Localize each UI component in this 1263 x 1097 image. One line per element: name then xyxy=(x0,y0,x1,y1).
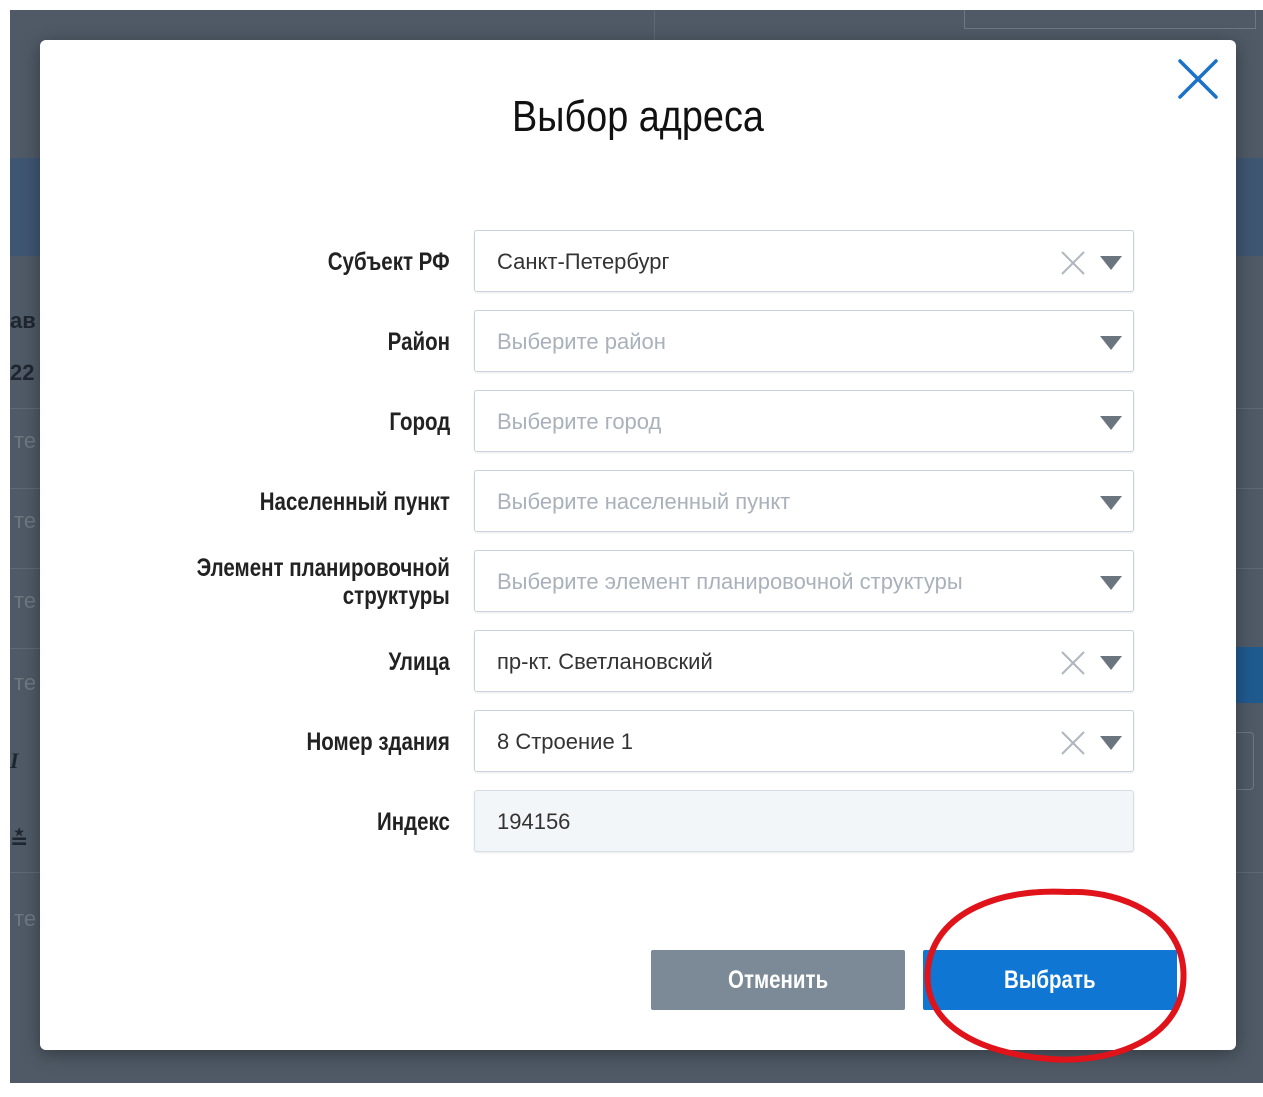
background-frame xyxy=(964,10,1256,29)
select-button[interactable]: Выбрать xyxy=(923,950,1177,1010)
background-text: те xyxy=(14,588,37,613)
field-label-district: Район xyxy=(387,328,450,356)
field-label-settlement: Населенный пункт xyxy=(259,488,450,516)
chevron-down-icon[interactable] xyxy=(1100,256,1122,270)
address-dialog: Выбор адреса Субъект РФ Санкт-Петербург Ра… xyxy=(40,40,1236,1050)
field-label-index: Индекс xyxy=(377,808,450,836)
background-button xyxy=(1232,647,1263,703)
background-text: ав xyxy=(10,308,36,333)
field-placeholder-planning: Выберите элемент планировочной структуры xyxy=(497,569,963,594)
select-planning[interactable]: Выберите элемент планировочной структуры xyxy=(474,550,1134,612)
field-label-planning: Элемент планировочной структуры xyxy=(196,554,450,610)
chevron-down-icon[interactable] xyxy=(1100,576,1122,590)
field-label-city: Город xyxy=(389,408,450,436)
form-row-subject: Субъект РФ Санкт-Петербург xyxy=(40,230,1236,294)
chevron-down-icon[interactable] xyxy=(1100,336,1122,350)
clear-icon[interactable] xyxy=(1060,650,1086,676)
select-settlement[interactable]: Выберите населенный пункт xyxy=(474,470,1134,532)
field-placeholder-district: Выберите район xyxy=(497,329,666,354)
form-row-district: Район Выберите район xyxy=(40,310,1236,374)
select-city[interactable]: Выберите город xyxy=(474,390,1134,452)
background-separator xyxy=(654,10,655,40)
form-row-planning: Элемент планировочной структуры Выберите … xyxy=(40,550,1236,614)
chevron-down-icon[interactable] xyxy=(1100,496,1122,510)
select-street[interactable]: пр-кт. Светлановский xyxy=(474,630,1134,692)
cancel-button[interactable]: Отменить xyxy=(651,950,905,1010)
field-value-building: 8 Строение 1 xyxy=(497,729,634,754)
chevron-down-icon[interactable] xyxy=(1100,416,1122,430)
clear-icon[interactable] xyxy=(1060,250,1086,276)
field-value-street: пр-кт. Светлановский xyxy=(497,649,713,674)
field-placeholder-city: Выберите город xyxy=(497,409,662,434)
background-text: те xyxy=(14,428,37,453)
field-placeholder-settlement: Выберите населенный пункт xyxy=(497,489,791,514)
align-icon: ≛ xyxy=(10,828,29,853)
select-district[interactable]: Выберите район xyxy=(474,310,1134,372)
background-text: те xyxy=(14,508,37,533)
dialog-title: Выбор адреса xyxy=(512,92,764,141)
form-row-index: Индекс 194156 xyxy=(40,790,1236,854)
form-row-settlement: Населенный пункт Выберите населенный пунк… xyxy=(40,470,1236,534)
form-row-city: Город Выберите город xyxy=(40,390,1236,454)
field-label-street: Улица xyxy=(388,648,450,676)
field-label-building: Номер здания xyxy=(306,728,450,756)
chevron-down-icon[interactable] xyxy=(1100,736,1122,750)
input-index[interactable]: 194156 xyxy=(474,790,1134,852)
field-value-index: 194156 xyxy=(497,809,571,834)
italic-icon: I xyxy=(10,748,19,773)
clear-icon[interactable] xyxy=(1060,730,1086,756)
background-text: те xyxy=(14,670,37,695)
cancel-button-label: Отменить xyxy=(727,965,829,994)
form-row-street: Улица пр-кт. Светлановский xyxy=(40,630,1236,694)
field-value-subject: Санкт-Петербург xyxy=(497,249,670,274)
chevron-down-icon[interactable] xyxy=(1100,656,1122,670)
close-button[interactable] xyxy=(1173,54,1223,104)
background-text: 22 xyxy=(10,360,35,385)
field-label-subject: Субъект РФ xyxy=(328,248,450,276)
close-icon xyxy=(1178,59,1218,99)
select-subject[interactable]: Санкт-Петербург xyxy=(474,230,1134,292)
select-button-label: Выбрать xyxy=(1004,965,1096,994)
background-text: те xyxy=(14,906,37,931)
select-building[interactable]: 8 Строение 1 xyxy=(474,710,1134,772)
form-row-building: Номер здания 8 Строение 1 xyxy=(40,710,1236,774)
